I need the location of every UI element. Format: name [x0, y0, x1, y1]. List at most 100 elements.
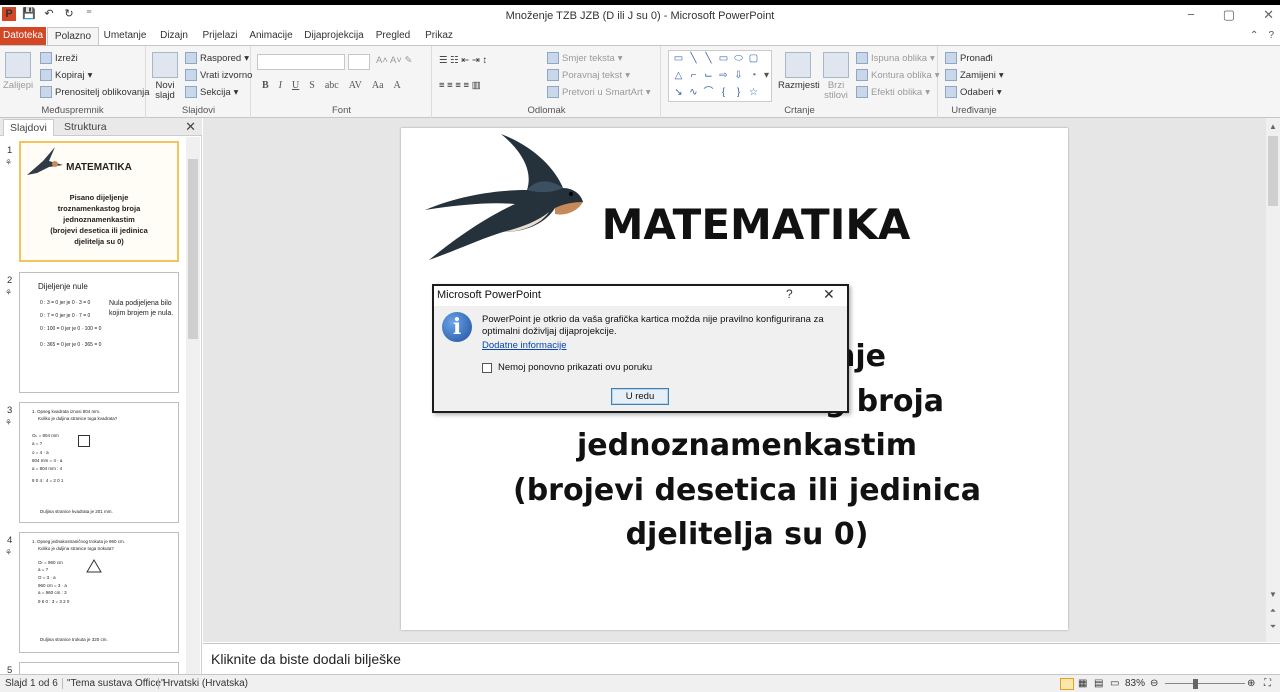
arc-shape-icon[interactable]: ⌒	[703, 88, 714, 98]
oval-shape-icon[interactable]: ⬭	[733, 54, 744, 64]
elbow-shape-icon[interactable]: ⌐	[688, 71, 699, 81]
more-info-link[interactable]: Dodatne informacije	[482, 340, 567, 351]
previous-slide-icon[interactable]: ⏶	[1266, 606, 1280, 616]
line-shape-icon[interactable]: ╲	[688, 54, 699, 64]
tab-view[interactable]: Prikaz	[422, 27, 456, 45]
tab-slides[interactable]: Slajdovi	[3, 119, 54, 136]
bold-icon[interactable]: B	[262, 80, 269, 91]
tab-review[interactable]: Pregled	[373, 27, 413, 45]
reset-button[interactable]: Vrati izvorno	[185, 69, 252, 81]
shape-outline-button[interactable]: Kontura oblika ▾	[856, 69, 940, 81]
maximize-icon[interactable]: ▢	[1223, 7, 1235, 23]
theme-name[interactable]: "Tema sustava Office"	[62, 678, 165, 689]
notes-pane[interactable]: Kliknite da biste dodali bilješke	[203, 643, 1280, 674]
align-text-button[interactable]: Poravnaj tekst ▾	[547, 69, 630, 81]
find-button[interactable]: Pronađi	[945, 52, 993, 64]
case-icon[interactable]: Aa	[372, 80, 384, 91]
zoom-level[interactable]: 83%	[1125, 678, 1145, 689]
down-arrow-shape-icon[interactable]: ⇩	[733, 71, 744, 81]
slide-sorter-icon[interactable]: ▦	[1078, 678, 1087, 689]
list-buttons[interactable]: ☰ ☷ ⇤ ⇥ ↕	[439, 55, 487, 66]
scroll-down-icon[interactable]: ▼	[1266, 590, 1280, 599]
font-grow-buttons[interactable]: A˄ A˅ ✎	[376, 55, 412, 66]
italic-icon[interactable]: I	[279, 80, 282, 91]
slide-thumbnail-2[interactable]: Dijeljenje nule 0 : 3 = 0 jer je 0 · 3 =…	[19, 272, 179, 393]
tab-file[interactable]: Datoteka	[0, 27, 46, 45]
shape-effects-button[interactable]: Efekti oblika ▾	[856, 86, 930, 98]
layout-button[interactable]: Raspored ▾	[185, 52, 249, 64]
minimize-icon[interactable]: −	[1187, 7, 1195, 23]
tab-design[interactable]: Dizajn	[156, 27, 192, 45]
quick-styles-button[interactable]: Brzi stilovi	[820, 52, 852, 101]
spacing-icon[interactable]: AV	[349, 80, 362, 91]
line-shape-icon[interactable]: ╲	[703, 54, 714, 64]
rectangle-shape-icon[interactable]: ▭	[718, 54, 729, 64]
font-color-icon[interactable]: A	[394, 80, 401, 91]
new-slide-button[interactable]: Novi slajd	[150, 52, 180, 101]
zoom-in-icon[interactable]: ⊕	[1247, 678, 1255, 689]
format-painter-button[interactable]: Prenositelj oblikovanja	[40, 86, 150, 98]
triangle-shape-icon[interactable]: △	[673, 71, 684, 81]
copy-button[interactable]: Kopiraj ▾	[40, 69, 92, 81]
strikethrough-icon[interactable]: abc	[325, 80, 339, 91]
slide-title[interactable]: MATEMATIKA	[551, 200, 961, 249]
slide-thumbnail-4[interactable]: 1. Opseg jednakostraničnog trokuta je 96…	[19, 532, 179, 653]
smartart-button[interactable]: Pretvori u SmartArt ▾	[547, 86, 651, 98]
shape-fill-button[interactable]: Ispuna oblika ▾	[856, 52, 935, 64]
tab-outline[interactable]: Struktura	[58, 119, 113, 136]
language[interactable]: Hrvatski (Hrvatska)	[158, 678, 248, 689]
normal-view-icon[interactable]	[1060, 678, 1074, 690]
help-icon[interactable]: ?	[1268, 30, 1274, 41]
next-slide-icon[interactable]: ⏷	[1266, 622, 1280, 632]
shape-more-icon[interactable]: ◔	[748, 71, 759, 81]
font-size-select[interactable]	[348, 54, 370, 70]
fit-slide-icon[interactable]: ⛶	[1264, 678, 1271, 689]
slideshow-icon[interactable]: ▭	[1110, 678, 1119, 689]
scrollbar-thumb[interactable]	[1268, 136, 1278, 206]
minimize-ribbon-icon[interactable]: ⌃	[1250, 30, 1258, 41]
paste-button[interactable]: Zalijepi	[3, 52, 33, 91]
select-button[interactable]: Odaberi ▾	[945, 86, 1002, 98]
right-arrow-shape-icon[interactable]: ⇨	[718, 71, 729, 81]
elbow-arrow-shape-icon[interactable]: ⌙	[703, 71, 714, 81]
zoom-slider[interactable]	[1165, 683, 1245, 684]
replace-button[interactable]: Zamijeni ▾	[945, 69, 1004, 81]
editor-scrollbar[interactable]: ▲ ▼ ⏶ ⏷	[1266, 118, 1280, 642]
align-buttons[interactable]: ≡ ≡ ≡ ≡ ▥	[439, 80, 481, 91]
tab-insert[interactable]: Umetanje	[102, 27, 148, 45]
scroll-up-icon[interactable]: ▲	[1266, 122, 1280, 131]
shapes-gallery[interactable]: ▭ ╲ ╲ ▭ ⬭ ▢ △ ⌐ ⌙ ⇨ ⇩ ◔ ↘ ∿ ⌒ { } ☆ ▾	[668, 50, 772, 102]
shadow-icon[interactable]: S	[309, 80, 315, 91]
tab-animations[interactable]: Animacije	[248, 27, 294, 45]
curve-shape-icon[interactable]: ∿	[688, 88, 699, 98]
checkbox-box[interactable]	[482, 362, 492, 373]
brace-shape-icon[interactable]: {	[718, 88, 729, 98]
text-direction-button[interactable]: Smjer teksta ▾	[547, 52, 623, 64]
textbox-shape-icon[interactable]: ▭	[673, 54, 684, 64]
rounded-rect-shape-icon[interactable]: ▢	[748, 54, 759, 64]
notes-placeholder[interactable]: Kliknite da biste dodali bilješke	[211, 651, 401, 667]
thumbnails-scrollbar[interactable]	[186, 137, 200, 674]
underline-icon[interactable]: U	[292, 80, 299, 91]
arrow-shape-icon[interactable]: ↘	[673, 88, 684, 98]
slide-thumbnail-3[interactable]: 1. Opseg kvadrata iznosi 804 mm. Koliko …	[19, 402, 179, 523]
dialog-close-icon[interactable]: ✕	[823, 286, 835, 303]
slide-thumbnail-1[interactable]: MATEMATIKA Pisano dijeljenje troznamenka…	[19, 141, 179, 262]
dialog-help-icon[interactable]: ?	[786, 287, 793, 301]
star-shape-icon[interactable]: ☆	[748, 88, 759, 98]
zoom-slider-thumb[interactable]	[1193, 679, 1198, 689]
font-family-select[interactable]	[257, 54, 345, 70]
tab-home[interactable]: Polazno	[47, 27, 99, 45]
close-pane-icon[interactable]: ✕	[185, 119, 196, 135]
zoom-out-icon[interactable]: ⊖	[1150, 678, 1158, 689]
tab-slideshow[interactable]: Dijaprojekcija	[303, 27, 365, 45]
cut-button[interactable]: Izreži	[40, 52, 78, 64]
brace-shape-icon[interactable]: }	[733, 88, 744, 98]
ok-button[interactable]: U redu	[611, 388, 669, 405]
gallery-scroll-icon[interactable]: ▾	[761, 71, 772, 81]
dont-show-again-checkbox[interactable]: Nemoj ponovno prikazati ovu poruku	[482, 362, 652, 373]
reading-view-icon[interactable]: ▤	[1094, 678, 1103, 689]
close-window-icon[interactable]: ✕	[1263, 7, 1274, 23]
arrange-button[interactable]: Razmjesti	[778, 52, 820, 91]
slide-thumbnail-5[interactable]	[19, 662, 179, 674]
